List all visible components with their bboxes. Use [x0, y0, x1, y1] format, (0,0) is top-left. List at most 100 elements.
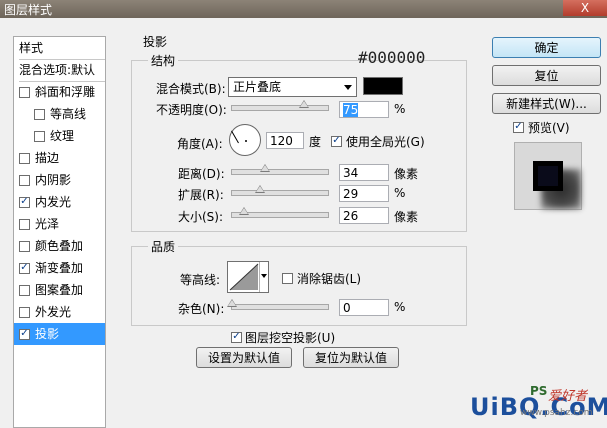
blend-mode-label: 混合模式(B): — [156, 82, 226, 96]
styles-list: 样式 混合选项:默认 斜面和浮雕等高线纹理描边内阴影内发光光泽颜色叠加渐变叠加图… — [13, 36, 106, 428]
styles-header[interactable]: 样式 — [19, 37, 105, 60]
size-unit: 像素 — [394, 210, 419, 224]
watermark-ps: PS — [530, 384, 548, 398]
distance-input[interactable]: 34 — [339, 164, 389, 181]
style-item-label: 外发光 — [35, 305, 72, 319]
noise-slider-thumb[interactable] — [227, 299, 237, 307]
size-label: 大小(S): — [178, 210, 224, 224]
style-item-label: 光泽 — [35, 217, 60, 231]
style-item-checkbox[interactable] — [19, 197, 30, 208]
opacity-unit: % — [394, 102, 406, 116]
style-item-label: 描边 — [35, 151, 60, 165]
style-item-label: 图案叠加 — [35, 283, 84, 297]
style-item[interactable]: 内阴影 — [14, 169, 105, 191]
chevron-down-icon — [344, 85, 352, 90]
ok-button[interactable]: 确定 — [492, 37, 601, 58]
style-item[interactable]: 外发光 — [14, 301, 105, 323]
close-button[interactable]: X — [563, 0, 607, 16]
style-item-checkbox[interactable] — [19, 175, 30, 186]
style-item[interactable]: 渐变叠加 — [14, 257, 105, 279]
reset-button[interactable]: 复位 — [492, 65, 601, 86]
opacity-slider[interactable] — [231, 105, 329, 111]
blend-options-item[interactable]: 混合选项:默认 — [19, 59, 105, 82]
structure-title: 结构 — [148, 52, 179, 69]
style-item-checkbox[interactable] — [19, 285, 30, 296]
noise-slider[interactable] — [231, 304, 329, 310]
contour-preview-icon — [229, 263, 259, 291]
style-item[interactable]: 等高线 — [14, 103, 105, 125]
spread-unit: % — [394, 186, 406, 200]
opacity-label: 不透明度(O): — [156, 103, 227, 117]
preview-inner — [538, 166, 558, 186]
angle-dial[interactable] — [229, 124, 261, 156]
set-default-button[interactable]: 设置为默认值 — [196, 347, 292, 368]
distance-label: 距离(D): — [178, 167, 225, 181]
spread-slider-thumb[interactable] — [254, 185, 265, 193]
spread-input[interactable]: 29 — [339, 185, 389, 202]
style-item-checkbox[interactable] — [19, 241, 30, 252]
style-item-label: 斜面和浮雕 — [35, 85, 96, 99]
style-item[interactable]: 光泽 — [14, 213, 105, 235]
watermark-url: www.psahz.com — [520, 408, 593, 418]
knockout-label[interactable]: 图层挖空投影(U) — [245, 329, 335, 346]
antialias-checkbox[interactable] — [282, 273, 293, 284]
color-hex-label: #000000 — [358, 48, 426, 67]
global-light-checkbox[interactable] — [331, 136, 342, 147]
angle-dial-needle — [231, 130, 239, 144]
style-item-label: 内发光 — [35, 195, 72, 209]
window-title: 图层样式 — [4, 3, 53, 17]
style-item-checkbox[interactable] — [34, 109, 45, 120]
contour-picker[interactable] — [227, 261, 269, 293]
style-item[interactable]: 纹理 — [14, 125, 105, 147]
distance-slider[interactable] — [231, 169, 329, 175]
title-bar: 图层样式 X — [0, 0, 607, 18]
noise-unit: % — [394, 300, 406, 314]
preview-checkbox[interactable] — [513, 122, 524, 133]
style-item-label: 投影 — [35, 327, 60, 341]
noise-input[interactable]: 0 — [339, 299, 389, 316]
style-item-label: 渐变叠加 — [35, 261, 84, 275]
contour-label: 等高线: — [180, 273, 221, 287]
style-item[interactable]: 图案叠加 — [14, 279, 105, 301]
opacity-value: 75 — [343, 103, 359, 117]
preview-label[interactable]: 预览(V) — [528, 119, 570, 136]
spread-slider[interactable] — [231, 190, 329, 196]
style-item[interactable]: 投影 — [14, 323, 105, 345]
watermark-site-cn: 爱好者 — [548, 389, 588, 404]
distance-slider-thumb[interactable] — [259, 164, 270, 172]
style-item-label: 内阴影 — [35, 173, 72, 187]
contour-dropdown-button[interactable] — [259, 262, 269, 292]
style-item-label: 等高线 — [50, 107, 87, 121]
size-slider-thumb[interactable] — [239, 207, 250, 215]
style-item-checkbox[interactable] — [19, 307, 30, 318]
spread-label: 扩展(R): — [178, 188, 224, 202]
section-title: 投影 — [140, 33, 171, 50]
style-item[interactable]: 内发光 — [14, 191, 105, 213]
style-item[interactable]: 斜面和浮雕 — [14, 81, 105, 103]
reset-default-button[interactable]: 复位为默认值 — [303, 347, 399, 368]
color-swatch[interactable] — [363, 77, 403, 95]
chevron-down-icon — [261, 274, 267, 278]
style-item-checkbox[interactable] — [19, 153, 30, 164]
angle-input[interactable]: 120 — [266, 132, 304, 149]
style-item-checkbox[interactable] — [19, 219, 30, 230]
style-item[interactable]: 描边 — [14, 147, 105, 169]
new-style-button[interactable]: 新建样式(W)... — [492, 93, 601, 114]
preview-square — [533, 161, 563, 191]
style-item-label: 纹理 — [50, 129, 75, 143]
opacity-slider-thumb[interactable] — [299, 100, 309, 108]
global-light-label[interactable]: 使用全局光(G) — [346, 133, 425, 150]
style-item-checkbox[interactable] — [19, 329, 30, 340]
angle-unit: 度 — [309, 135, 322, 149]
style-item-checkbox[interactable] — [19, 263, 30, 274]
distance-unit: 像素 — [394, 167, 419, 181]
blend-mode-select[interactable]: 正片叠底 — [228, 77, 357, 97]
style-item[interactable]: 颜色叠加 — [14, 235, 105, 257]
size-input[interactable]: 26 — [339, 207, 389, 224]
angle-dial-center — [245, 140, 247, 142]
knockout-checkbox[interactable] — [231, 332, 242, 343]
style-item-checkbox[interactable] — [19, 87, 30, 98]
opacity-input[interactable]: 75 — [339, 101, 389, 118]
antialias-label[interactable]: 消除锯齿(L) — [297, 270, 361, 287]
style-item-checkbox[interactable] — [34, 131, 45, 142]
